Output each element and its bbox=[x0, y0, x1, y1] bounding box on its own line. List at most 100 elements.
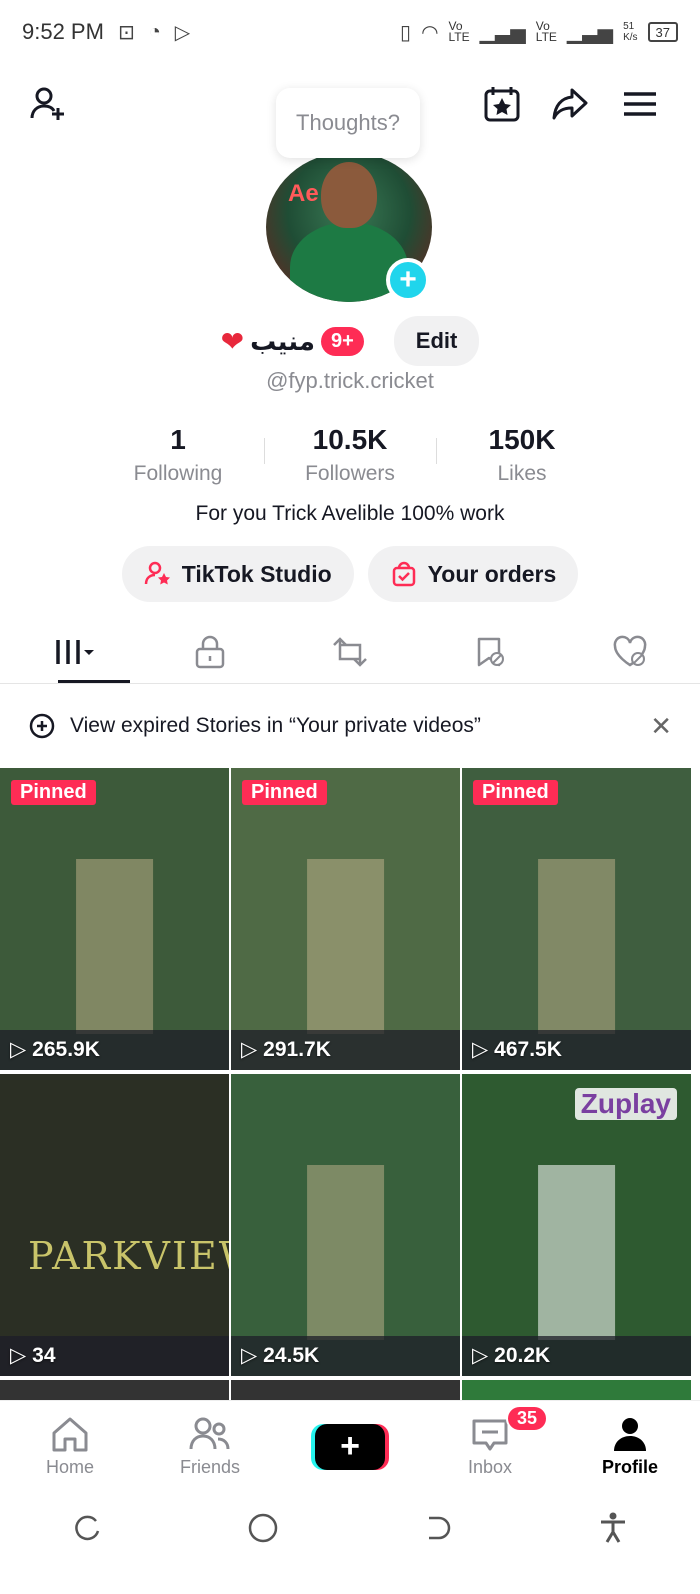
notification-badge[interactable]: 9+ bbox=[320, 326, 364, 356]
network-label-2: Vo LTE bbox=[535, 19, 557, 44]
system-navigation bbox=[0, 1500, 700, 1560]
accessibility-icon bbox=[600, 1512, 625, 1543]
share-icon bbox=[552, 88, 588, 120]
recent-apps-button[interactable] bbox=[72, 1513, 102, 1548]
status-time: 9:52 PM bbox=[22, 19, 104, 44]
shopping-bag-icon bbox=[392, 561, 415, 587]
video-tile[interactable]: PARKVIEW ▷34 bbox=[0, 1074, 229, 1376]
play-icon: ▷ bbox=[10, 1344, 27, 1367]
wifi-icon: ◠ bbox=[421, 21, 439, 44]
expired-stories-notice[interactable]: View expired Stories in “Your private vi… bbox=[0, 700, 700, 752]
lock-icon bbox=[195, 635, 225, 668]
nav-friends-label: Friends bbox=[179, 1457, 241, 1477]
stat-label: Following bbox=[133, 462, 223, 485]
home-system-button[interactable] bbox=[247, 1512, 279, 1549]
video-watermark: Zuplay bbox=[574, 1088, 677, 1120]
add-story-button[interactable]: + bbox=[386, 258, 430, 302]
play-icon: ▷ bbox=[241, 1344, 258, 1367]
thoughts-bubble[interactable]: Thoughts? bbox=[276, 88, 420, 158]
play-icon: ▷ bbox=[10, 1038, 27, 1061]
media-icon: ▷ bbox=[174, 21, 191, 44]
tab-private[interactable] bbox=[140, 620, 280, 683]
pinned-badge: Pinned bbox=[242, 780, 327, 805]
hamburger-menu-icon bbox=[624, 92, 656, 116]
your-orders-button[interactable]: Your orders bbox=[367, 546, 579, 602]
add-friend-button[interactable] bbox=[24, 80, 72, 128]
heart-icon: ❤ bbox=[220, 325, 245, 357]
bottom-navigation: Home Friends + Inbox 35 Profile bbox=[0, 1400, 700, 1492]
heart-hidden-icon bbox=[613, 635, 647, 666]
view-count-text: 467.5K bbox=[494, 1037, 562, 1061]
view-count: ▷ 20.2K bbox=[472, 1343, 550, 1368]
share-profile-button[interactable] bbox=[546, 80, 594, 128]
nav-friends[interactable]: Friends bbox=[140, 1401, 280, 1492]
stat-value: 150K bbox=[488, 424, 556, 455]
accessibility-button[interactable] bbox=[598, 1512, 628, 1549]
stat-followers[interactable]: 10.5K Followers bbox=[264, 424, 436, 486]
add-user-icon bbox=[30, 87, 64, 120]
vibrate-icon: ▯ bbox=[400, 21, 412, 44]
nav-profile-label: Profile bbox=[601, 1457, 658, 1477]
repost-icon bbox=[333, 636, 367, 667]
video-tile[interactable]: Pinned ▷ 291.7K bbox=[231, 768, 460, 1070]
calendar-star-icon bbox=[484, 87, 520, 122]
stat-likes[interactable]: 150K Likes bbox=[436, 424, 608, 486]
video-tile[interactable]: Pinned ▷ 265.9K bbox=[0, 768, 229, 1070]
battery-icon: 37 bbox=[647, 22, 678, 42]
tab-reposts[interactable] bbox=[280, 620, 420, 683]
avatar-ae-mark: Ae bbox=[288, 180, 319, 207]
view-count-text: 20.2K bbox=[494, 1343, 551, 1367]
nav-inbox[interactable]: Inbox 35 bbox=[420, 1401, 560, 1492]
nav-inbox-label: Inbox bbox=[467, 1457, 513, 1477]
view-count: ▷ 265.9K bbox=[10, 1037, 100, 1062]
thoughts-placeholder: Thoughts? bbox=[296, 110, 400, 135]
tiktok-studio-label: TikTok Studio bbox=[181, 560, 332, 587]
video-tile[interactable]: Pinned ▷ 467.5K bbox=[462, 768, 691, 1070]
stat-value: 10.5K bbox=[312, 424, 388, 455]
pinned-badge: Pinned bbox=[11, 780, 96, 805]
view-count: ▷ 467.5K bbox=[472, 1037, 562, 1062]
friends-icon bbox=[189, 1417, 230, 1450]
inbox-icon bbox=[472, 1419, 508, 1451]
nav-profile[interactable]: Profile bbox=[560, 1401, 700, 1492]
network-speed: 51 K/s bbox=[623, 21, 638, 43]
bookmark-hidden-icon bbox=[477, 637, 504, 666]
calendar-button[interactable] bbox=[478, 80, 526, 128]
close-icon[interactable]: ✕ bbox=[650, 711, 672, 742]
create-plus-icon: + bbox=[315, 1423, 385, 1470]
back-icon bbox=[429, 1516, 451, 1539]
stat-following[interactable]: 1 Following bbox=[92, 424, 264, 486]
video-tile[interactable]: Zuplay ▷ 20.2K bbox=[462, 1074, 691, 1376]
tab-liked[interactable] bbox=[560, 620, 700, 683]
menu-button[interactable] bbox=[616, 80, 664, 128]
nav-home[interactable]: Home bbox=[0, 1401, 140, 1492]
stat-label: Likes bbox=[497, 462, 547, 485]
battery-level: 37 bbox=[655, 24, 670, 40]
profile-icon bbox=[614, 1418, 646, 1451]
profile-actions: TikTok Studio Your orders bbox=[0, 546, 700, 602]
edit-profile-button[interactable]: Edit bbox=[393, 316, 480, 366]
video-tile[interactable]: ▷ 24.5K bbox=[231, 1074, 460, 1376]
notification-icon: ⊡ bbox=[117, 21, 135, 44]
tab-videos[interactable] bbox=[0, 620, 140, 683]
back-system-button[interactable] bbox=[423, 1513, 453, 1548]
recent-apps-icon bbox=[75, 1515, 100, 1540]
play-icon: ▷ bbox=[472, 1344, 489, 1367]
app-notification-icon: ◔ bbox=[148, 20, 161, 43]
status-bar: 9:52 PM ⊡ ◔ ▷ ▯ ◠ Vo LTE ▁▃▅ Vo LTE ▁▃▅ … bbox=[0, 0, 700, 64]
stat-label: Followers bbox=[305, 462, 395, 485]
tab-saved[interactable] bbox=[420, 620, 560, 683]
studio-user-star-icon bbox=[144, 561, 170, 585]
video-tile-partial[interactable] bbox=[462, 1380, 691, 1402]
profile-content-tabs bbox=[0, 620, 700, 684]
video-tile-partial[interactable] bbox=[231, 1380, 460, 1402]
circle-home-icon bbox=[248, 1513, 277, 1542]
nav-create[interactable]: + bbox=[280, 1401, 420, 1492]
profile-bio: For you Trick Avelible 100% work bbox=[195, 502, 505, 525]
nav-home-label: Home bbox=[45, 1457, 94, 1477]
view-count: ▷ 291.7K bbox=[241, 1037, 331, 1062]
video-tile-partial[interactable] bbox=[0, 1380, 229, 1402]
tiktok-studio-button[interactable]: TikTok Studio bbox=[121, 546, 354, 602]
view-count-text: 24.5K bbox=[263, 1343, 320, 1367]
view-count-text: 265.9K bbox=[32, 1037, 100, 1061]
